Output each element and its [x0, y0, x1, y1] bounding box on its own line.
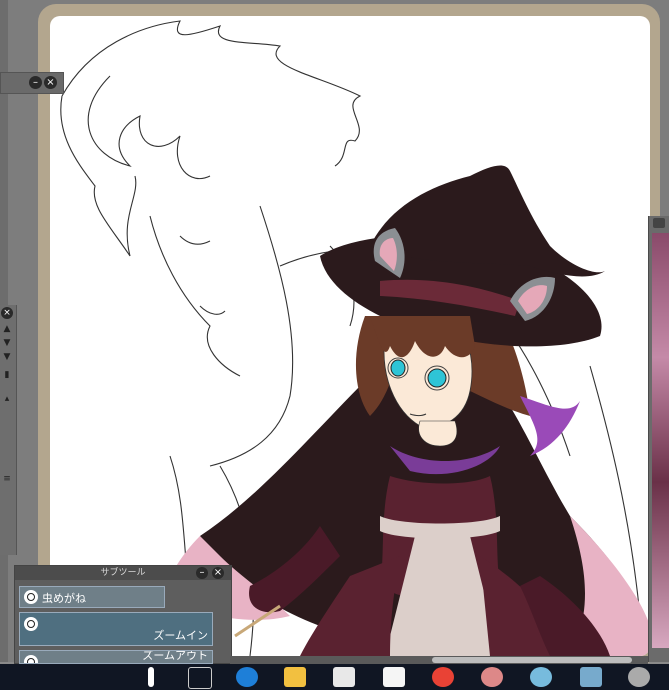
mail-icon[interactable] — [383, 667, 405, 687]
taskbar — [0, 664, 669, 690]
zoom-out-icon — [24, 655, 38, 663]
girl-bangs — [370, 316, 475, 358]
store-icon[interactable] — [333, 667, 355, 687]
boy-hair-left — [60, 95, 137, 257]
minimize-icon[interactable]: – — [29, 76, 42, 89]
arrow-updown-icon[interactable]: ▼ — [1, 337, 13, 349]
arrow-up-icon[interactable]: ▲ — [1, 323, 13, 335]
minimize-icon[interactable]: – — [196, 567, 208, 579]
boy-hair-top — [61, 20, 362, 167]
settings-icon[interactable] — [628, 667, 650, 687]
tool-label: ズームイン — [153, 629, 208, 642]
close-icon[interactable]: × — [1, 307, 13, 319]
grip-icon[interactable]: ≡ — [1, 473, 13, 485]
scrollbar-thumb[interactable] — [432, 657, 632, 663]
tool-zoom-in[interactable]: ズームイン — [19, 612, 213, 646]
boy-mouth — [199, 305, 226, 315]
tool-zoom-out[interactable]: ズームアウト — [19, 650, 213, 664]
chrome-icon[interactable] — [432, 667, 454, 687]
subtool-panel: サブツール – × 虫めがね ズームイン ズームアウト — [14, 565, 232, 664]
magnifier-icon — [24, 590, 38, 604]
canvas-paper[interactable] — [50, 16, 650, 656]
panel-menu-icon[interactable] — [653, 218, 665, 228]
boy-face-profile — [149, 215, 241, 377]
left-tool-palette: × ▲ ▼ ▼ ▮ ▴ ≡ — [0, 305, 17, 555]
app-icon[interactable] — [481, 667, 503, 687]
girl-eye-left — [390, 359, 406, 377]
task-view-icon[interactable] — [188, 667, 212, 689]
boy-eye — [179, 235, 211, 245]
tool-magnifier[interactable]: 虫めがね — [19, 586, 165, 608]
girl-eye-right — [427, 368, 447, 388]
tool-label: ズームアウト — [142, 650, 208, 662]
boy-neck — [209, 205, 294, 467]
scroll-up-icon[interactable]: ▴ — [1, 393, 13, 405]
close-icon[interactable]: × — [44, 76, 57, 89]
cursor-icon — [148, 667, 154, 687]
arrow-down-icon[interactable]: ▼ — [1, 351, 13, 363]
navigator-thumbnail[interactable] — [652, 233, 669, 648]
zoom-in-icon — [24, 617, 38, 631]
file-icon[interactable] — [580, 667, 602, 687]
canvas-area[interactable] — [0, 0, 669, 664]
edge-icon[interactable] — [236, 667, 258, 687]
tool-label: 虫めがね — [42, 592, 86, 605]
clip-studio-icon[interactable] — [530, 667, 552, 687]
collapsed-panel[interactable]: – × — [0, 72, 64, 94]
boy-hair-strands — [87, 75, 211, 180]
file-explorer-icon[interactable] — [284, 667, 306, 687]
artwork — [60, 20, 650, 656]
trash-icon[interactable]: ▮ — [1, 369, 13, 381]
close-icon[interactable]: × — [212, 567, 224, 579]
